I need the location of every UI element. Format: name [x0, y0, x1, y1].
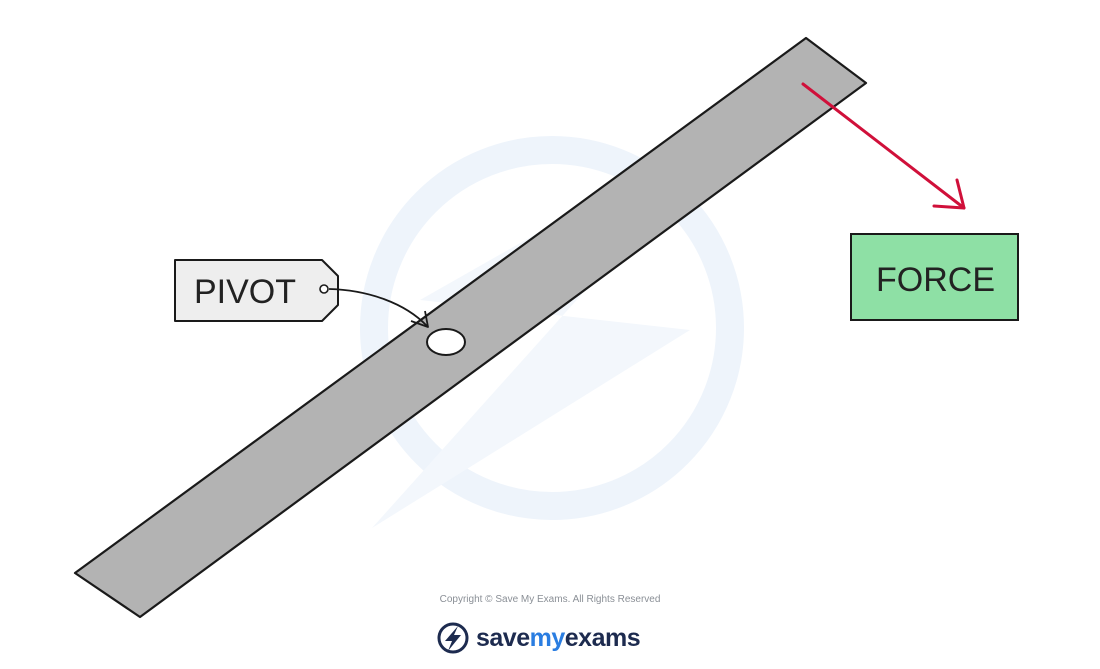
lever-diagram: PIVOT FORCE — [73, 36, 1019, 619]
pivot-hole — [426, 328, 466, 356]
lever-bar — [73, 36, 868, 619]
brand-word-exams: exams — [564, 623, 641, 652]
brand-word-save: save — [476, 623, 530, 652]
pivot-tag: PIVOT — [174, 259, 339, 322]
copyright-notice: Copyright © Save My Exams. All Rights Re… — [439, 594, 661, 605]
brand-word-my: my — [529, 623, 566, 652]
diagram-stage: PIVOT FORCE Copyright © Save My Exams. A… — [0, 0, 1100, 669]
lightning-bolt-circle-icon — [437, 622, 469, 654]
brand-logo-lockup: savemyexams — [436, 620, 641, 656]
brand-wordmark: savemyexams — [476, 623, 641, 652]
force-arrow — [801, 82, 966, 210]
pivot-label: PIVOT — [194, 273, 296, 311]
force-box: FORCE — [850, 233, 1019, 321]
force-label: FORCE — [876, 261, 995, 299]
